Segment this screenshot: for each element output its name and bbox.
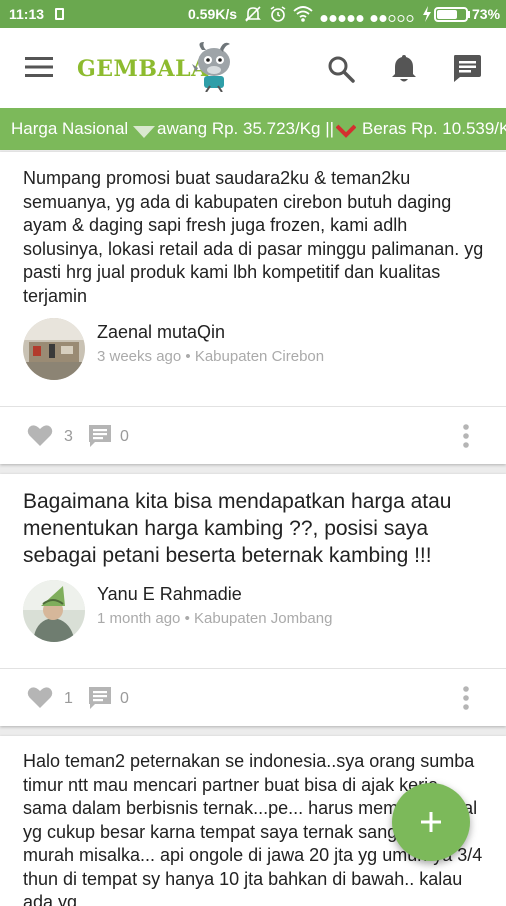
status-time: 11:13 <box>9 6 45 22</box>
more-options-icon[interactable] <box>460 685 472 716</box>
status-bar: 11:13 0.59K/s 73% <box>0 0 506 28</box>
battery-percent: 73% <box>472 6 501 22</box>
ticker-label: Harga Nasional <box>11 119 129 138</box>
menu-icon[interactable] <box>25 56 53 78</box>
post-time: 3 weeks ago <box>97 348 182 365</box>
app-bar: GEMBALA <box>0 28 506 108</box>
ticker-text-2: Beras Rp. 10.539/K <box>362 119 506 138</box>
charging-icon <box>422 5 432 26</box>
comment-icon[interactable] <box>87 423 113 454</box>
more-options-icon[interactable] <box>460 423 472 454</box>
avatar[interactable] <box>23 318 85 380</box>
comment-icon[interactable] <box>87 685 113 716</box>
author-name[interactable]: Yanu E Rahmadie <box>97 584 242 605</box>
alarm-icon <box>269 5 287 26</box>
like-count: 1 <box>64 690 73 707</box>
add-post-button[interactable] <box>392 783 470 861</box>
signal-sim2-icon <box>370 10 414 26</box>
battery-icon <box>434 7 468 22</box>
mute-icon <box>244 5 262 26</box>
wifi-icon <box>293 5 313 26</box>
plus-icon <box>421 812 441 832</box>
post-card[interactable]: Numpang promosi buat saudara2ku & teman2… <box>0 152 506 464</box>
battery-saver-icon <box>55 8 64 20</box>
app-logo: GEMBALA <box>77 40 237 92</box>
ticker-dropdown-icon[interactable] <box>133 123 155 143</box>
messages-icon[interactable] <box>452 53 482 83</box>
author-name[interactable]: Zaenal mutaQin <box>97 322 225 343</box>
ticker-text-1: awang Rp. 35.723/Kg || <box>157 119 335 138</box>
like-icon[interactable] <box>27 424 53 452</box>
comment-count: 0 <box>120 690 129 707</box>
signal-sim1-icon <box>320 10 364 26</box>
battery-tip <box>468 11 470 18</box>
meta-separator: • <box>185 348 195 365</box>
search-icon[interactable] <box>327 55 355 83</box>
comment-count: 0 <box>120 428 129 445</box>
like-icon[interactable] <box>27 686 53 714</box>
post-meta: 1 month ago • Kabupaten Jombang <box>97 610 332 627</box>
notification-bell-icon[interactable] <box>390 53 418 83</box>
post-location: Kabupaten Jombang <box>194 610 333 627</box>
price-down-icon <box>335 123 357 143</box>
post-time: 1 month ago <box>97 610 181 627</box>
post-meta: 3 weeks ago • Kabupaten Cirebon <box>97 348 324 365</box>
logo-text: GEMBALA <box>77 56 209 82</box>
goat-mascot-icon <box>192 42 230 92</box>
like-count: 3 <box>64 428 73 445</box>
meta-separator: • <box>184 610 194 627</box>
post-card[interactable]: Bagaimana kita bisa mendapatkan harga at… <box>0 474 506 726</box>
post-actions: 1 0 <box>0 669 506 726</box>
post-text: Bagaimana kita bisa mendapatkan harga at… <box>23 490 452 567</box>
post-location: Kabupaten Cirebon <box>194 348 325 365</box>
post-text: Numpang promosi buat saudara2ku & teman2… <box>23 168 484 306</box>
network-speed: 0.59K/s <box>188 6 238 22</box>
post-actions: 3 0 <box>0 407 506 464</box>
avatar[interactable] <box>23 580 85 642</box>
price-ticker[interactable]: Harga Nasional awang Rp. 35.723/Kg || Be… <box>0 108 506 150</box>
